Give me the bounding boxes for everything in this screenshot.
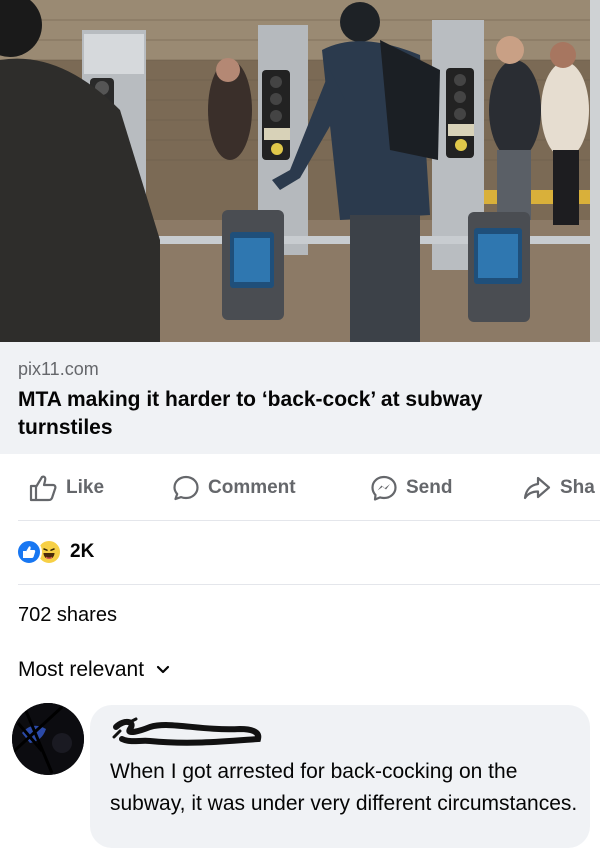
link-preview-card[interactable]: pix11.com MTA making it harder to ‘back-…: [0, 342, 600, 454]
reactions-summary[interactable]: 2K: [16, 538, 94, 566]
send-label: Send: [406, 477, 453, 498]
commenter-name-redacted: [112, 717, 262, 746]
divider: [18, 520, 600, 521]
link-preview-image[interactable]: [0, 0, 600, 342]
speech-bubble-icon: [173, 475, 199, 501]
comment-bubble: When I got arrested for back-cocking on …: [90, 705, 590, 848]
thumbs-up-icon: [29, 475, 57, 502]
like-label: Like: [66, 477, 105, 498]
link-title[interactable]: MTA making it harder to ‘back-cock’ at s…: [18, 386, 558, 442]
sort-label: Most relevant: [18, 658, 145, 681]
chevron-down-icon: [156, 665, 170, 674]
share-button[interactable]: Sha: [522, 474, 595, 502]
divider: [18, 584, 600, 585]
commenter-avatar[interactable]: [12, 703, 84, 775]
comment-label: Comment: [208, 477, 296, 498]
comment-text: When I got arrested for back-cocking on …: [110, 760, 578, 815]
like-reaction-icon: [16, 539, 42, 565]
messenger-icon: [371, 475, 397, 501]
subway-turnstile-photo: [0, 0, 600, 342]
post-action-bar: Like Comment Send Sha: [0, 456, 600, 520]
comment-button[interactable]: Comment: [172, 474, 296, 502]
like-button[interactable]: Like: [28, 474, 104, 502]
reaction-count: 2K: [70, 541, 95, 562]
share-label: Sha: [560, 477, 595, 498]
share-arrow-icon: [523, 476, 551, 500]
shares-count[interactable]: 702 shares: [18, 604, 117, 627]
avatar-image: [12, 703, 84, 775]
link-domain: pix11.com: [18, 359, 99, 379]
send-button[interactable]: Send: [370, 474, 452, 502]
comment-sort-dropdown[interactable]: Most relevant: [18, 658, 170, 682]
